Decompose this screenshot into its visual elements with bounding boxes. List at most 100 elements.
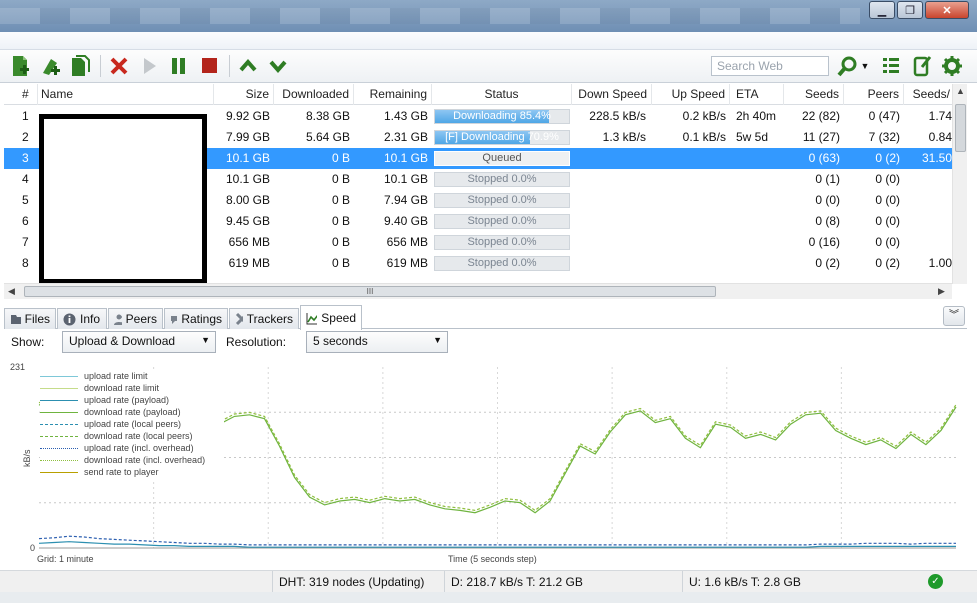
legend-item: upload rate (incl. overhead) [40,442,224,454]
row-number: 5 [22,193,29,207]
tab-speed-label: Speed [321,311,356,325]
network-ok-icon[interactable]: ✓ [928,574,943,589]
create-torrent-icon[interactable] [68,54,92,78]
row-seeds: 0 (63) [808,151,840,165]
start-icon[interactable] [137,54,161,78]
row-number: 4 [22,172,29,186]
column-header-seeds-peers[interactable]: Seeds/ [904,84,952,105]
torrent-list-horizontal-scrollbar[interactable]: ◀ III ▶ [4,283,952,299]
remote-icon[interactable] [910,54,934,78]
column-header-remaining[interactable]: Remaining [354,84,432,105]
status-label: Stopped 0.0% [467,236,537,248]
toolbar [0,50,977,83]
row-number: 3 [22,151,29,165]
resolution-select[interactable]: 5 seconds ▼ [306,331,448,353]
row-seeds-peers-ratio: 1.74 [928,109,952,123]
column-header-size[interactable]: Size [214,84,274,105]
move-up-icon[interactable] [236,54,260,78]
minimize-button[interactable]: ▁ [869,1,895,19]
row-number: 7 [22,235,29,249]
legend-item: upload rate (local peers) [40,418,224,430]
legend-label: upload rate (incl. overhead) [84,443,194,453]
status-label: [F] Downloading 70.9% [445,131,559,143]
speed-options-row: Show: Upload & Download ▼ Resolution: 5 … [4,330,967,356]
row-downloaded: 0 B [331,193,350,207]
row-down-speed [572,232,646,253]
scroll-right-arrow[interactable]: ▶ [938,286,945,297]
torrent-list-vertical-scrollbar[interactable]: ▲ [952,84,967,284]
status-progress-bar: Stopped 0.0% [434,214,570,229]
status-label: Stopped 0.0% [467,257,537,269]
search-icon[interactable] [836,54,860,78]
trackers-icon [235,312,243,326]
column-header-seeds[interactable]: Seeds [784,84,844,105]
row-seeds: 22 (82) [801,109,840,123]
row-size: 9.45 GB [225,214,270,228]
scroll-left-arrow[interactable]: ◀ [8,286,15,297]
menubar [0,32,977,50]
row-down-speed [572,148,646,169]
vertical-scroll-thumb[interactable] [955,104,966,152]
row-eta [736,253,784,274]
show-select[interactable]: Upload & Download ▼ [62,331,216,353]
search-engine-dropdown-icon[interactable]: ▼ [858,54,872,78]
resolution-label: Resolution: [226,335,287,349]
tab-files[interactable]: Files [4,308,56,329]
column-header-eta[interactable]: ETA [730,84,784,105]
restore-button[interactable]: ❐ [897,1,923,19]
window-bottom-border [0,592,977,603]
add-link-icon[interactable] [38,54,62,78]
settings-gear-icon[interactable] [940,54,964,78]
row-remaining: 1.43 GB [383,109,428,123]
tab-peers[interactable]: Peers [108,308,163,329]
row-up-speed [652,169,726,190]
close-button[interactable]: ✕ [925,1,969,19]
column-header-status[interactable]: Status [432,84,572,105]
legend-label: upload rate (payload) [84,395,170,405]
status-label: Queued [482,152,522,164]
row-seeds-peers-ratio: 0.84 [928,130,952,144]
scroll-up-arrow[interactable]: ▲ [956,86,965,96]
add-torrent-icon[interactable] [8,54,32,78]
tab-ratings[interactable]: Ratings [164,308,228,329]
column-header-downloaded[interactable]: Downloaded [274,84,354,105]
column-header-up-speed[interactable]: Up Speed [652,84,730,105]
dht-status[interactable]: DHT: 319 nodes (Updating) [272,571,444,593]
column-header-peers[interactable]: Peers [844,84,904,105]
column-header-number[interactable]: # [4,84,38,105]
row-up-speed [652,211,726,232]
legend-label: send rate to player [84,467,159,477]
y-axis-min-label: 0 [30,543,35,553]
row-remaining: 2.31 GB [383,130,428,144]
remove-icon[interactable] [107,54,131,78]
window-titlebar: ▁ ❐ ✕ [0,0,977,32]
tab-info[interactable]: Info [57,308,107,329]
pause-icon[interactable] [167,54,191,78]
row-downloaded: 0 B [331,214,350,228]
collapse-panel-button[interactable]: ︾ [943,306,965,326]
horizontal-scroll-thumb[interactable]: III [24,286,716,297]
row-seeds: 0 (0) [815,193,840,207]
row-remaining: 10.1 GB [383,172,428,186]
move-down-icon[interactable] [266,54,290,78]
legend-label: upload rate (local peers) [84,419,182,429]
list-view-icon[interactable] [879,54,903,78]
column-header-name[interactable]: Name [38,84,214,105]
tab-speed[interactable]: Speed [300,305,362,330]
upload-status[interactable]: U: 1.6 kB/s T: 2.8 GB [682,571,918,593]
peers-icon [114,314,122,325]
search-input[interactable]: Search Web [711,56,829,76]
grid-label: Grid: 1 minute [37,554,94,564]
row-eta [736,148,784,169]
row-downloaded: 8.38 GB [305,109,350,123]
download-status[interactable]: D: 218.7 kB/s T: 21.2 GB [444,571,682,593]
status-progress-bar: Stopped 0.0% [434,235,570,250]
stop-icon[interactable] [197,54,221,78]
column-header-down-speed[interactable]: Down Speed [572,84,652,105]
legend-item: download rate (payload) [40,406,224,418]
tab-trackers-label: Trackers [246,312,293,326]
tab-trackers[interactable]: Trackers [229,308,299,329]
y-axis-max-label: 231 [10,362,25,372]
show-select-value: Upload & Download [69,334,176,348]
toolbar-separator [100,55,101,77]
